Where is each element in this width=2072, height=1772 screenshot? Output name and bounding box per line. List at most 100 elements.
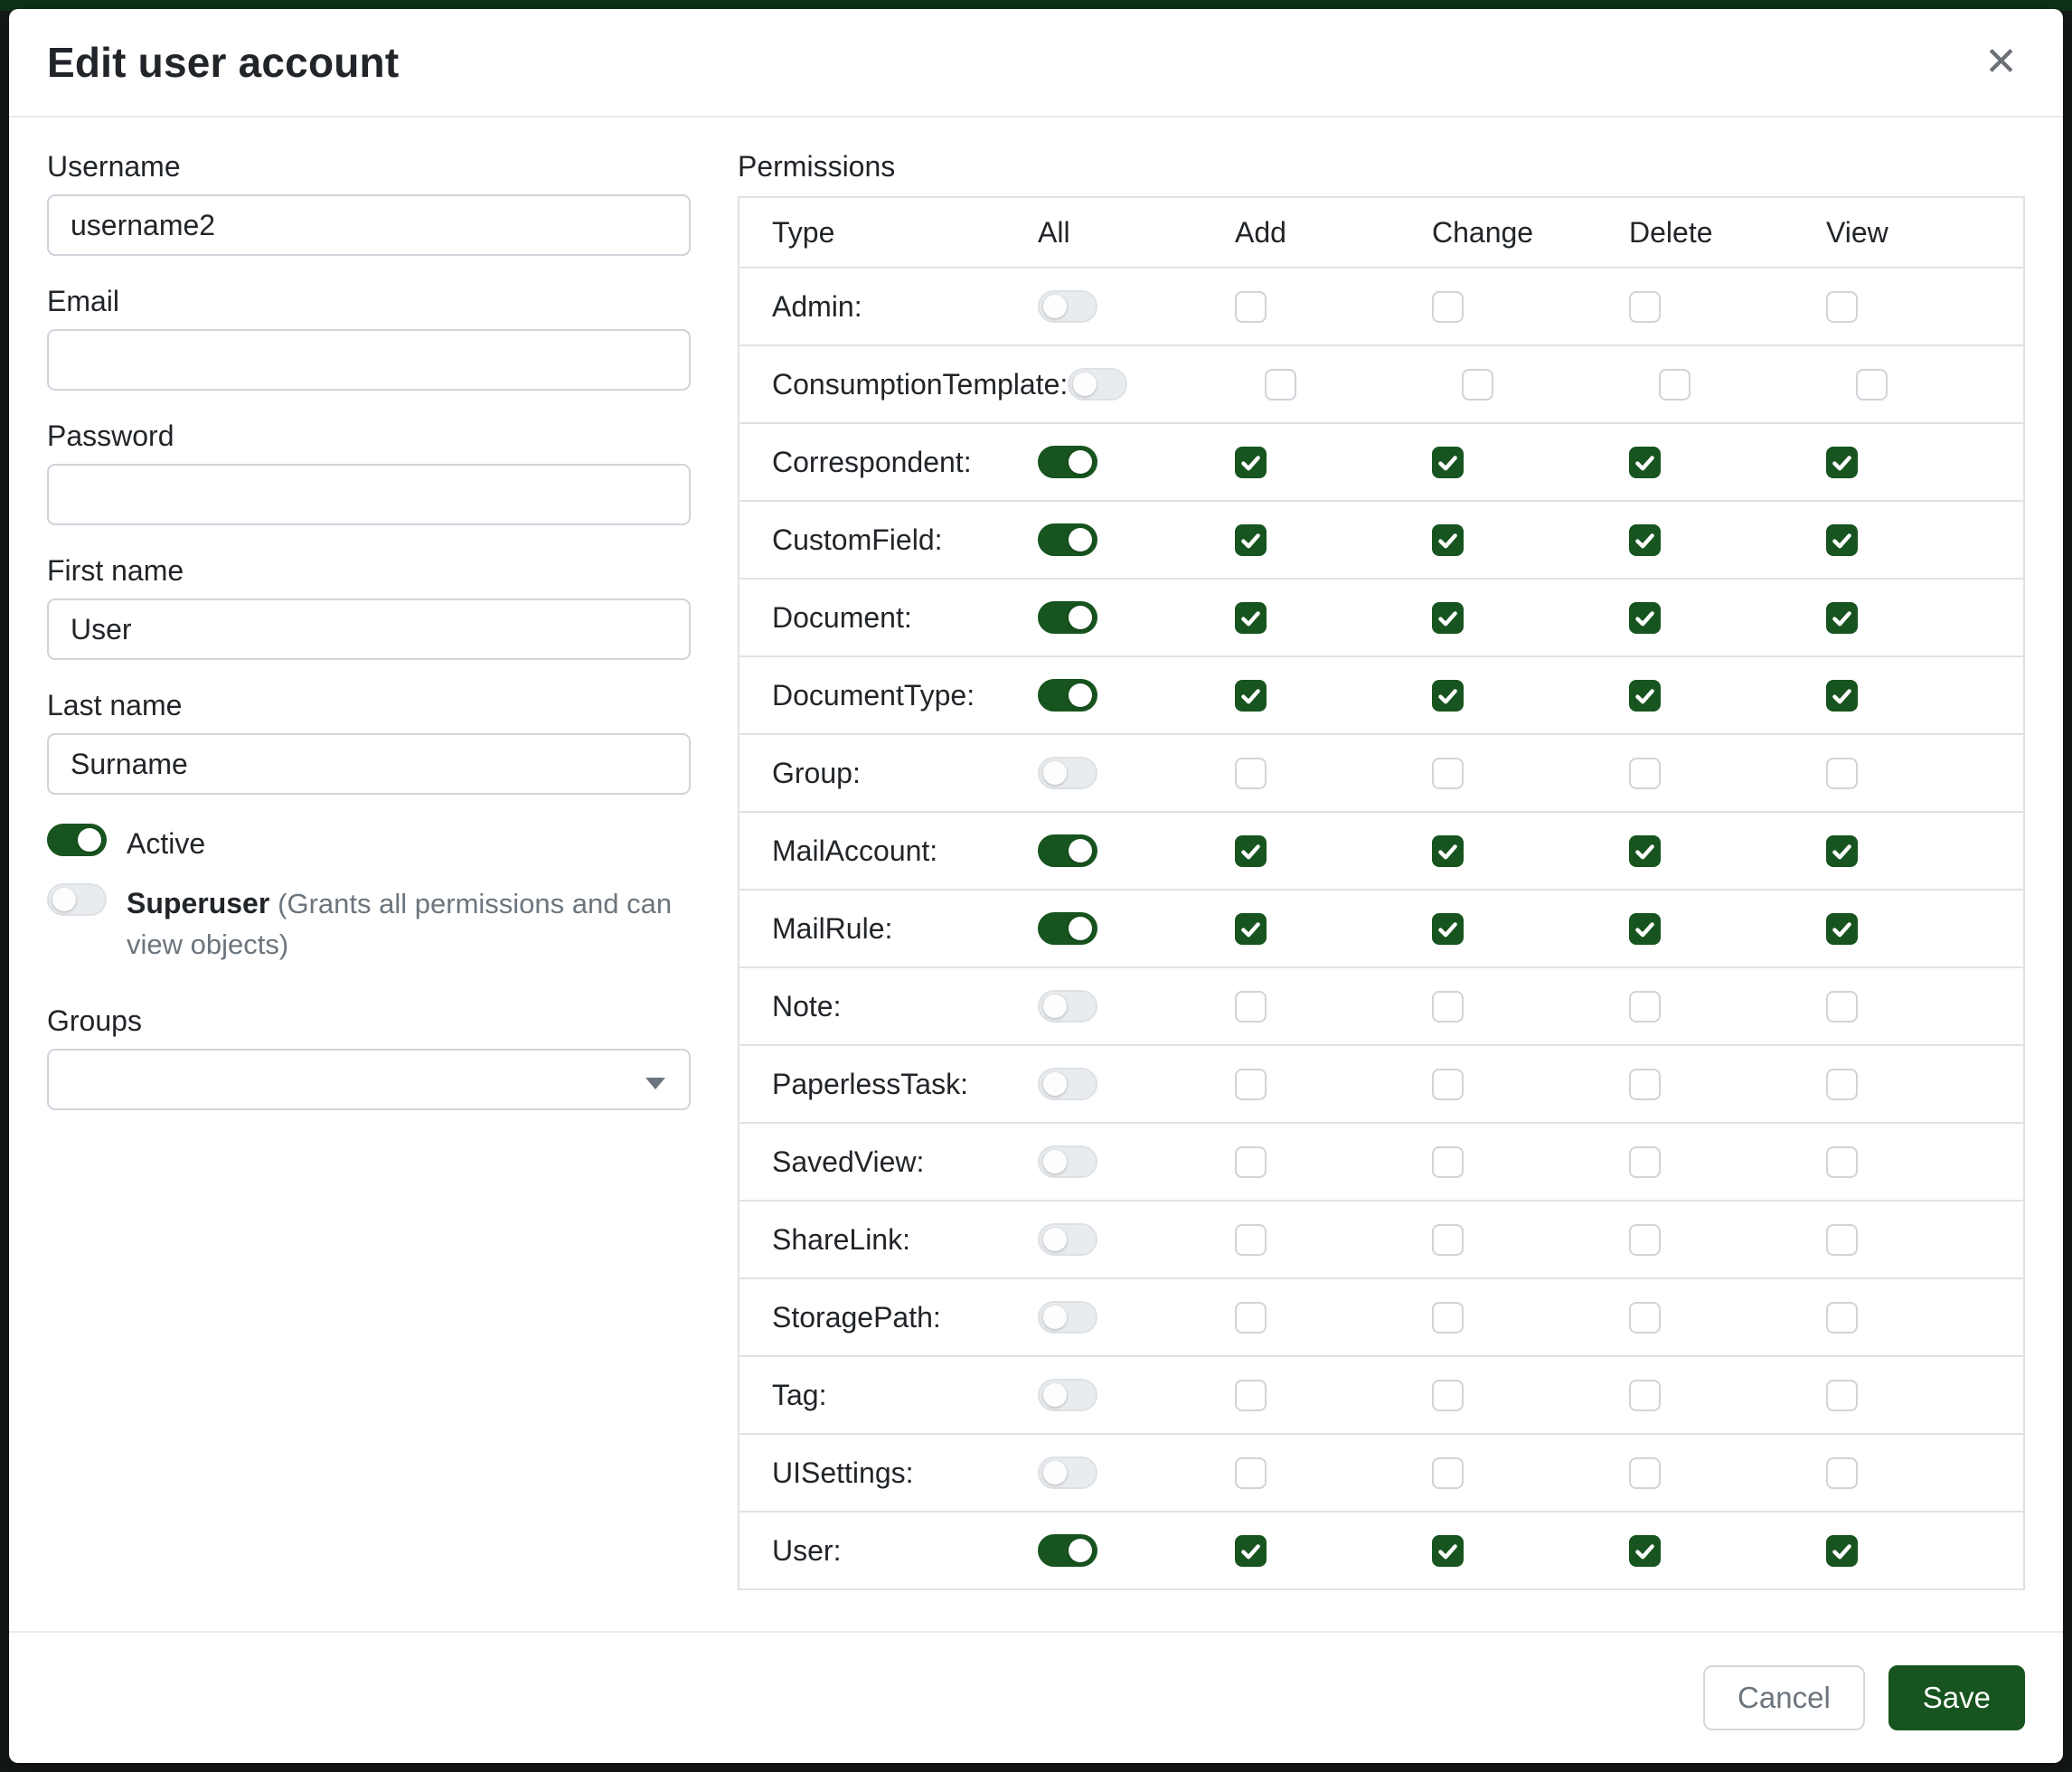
permission-view-checkbox[interactable]: [1826, 447, 1858, 478]
permission-view-checkbox[interactable]: [1826, 835, 1858, 867]
permission-change-checkbox[interactable]: [1432, 1146, 1464, 1178]
permission-delete-checkbox[interactable]: [1629, 524, 1661, 556]
permission-view-checkbox[interactable]: [1826, 758, 1858, 789]
permission-delete-checkbox[interactable]: [1629, 1535, 1661, 1567]
superuser-toggle[interactable]: [47, 883, 107, 916]
permission-view-checkbox[interactable]: [1826, 1146, 1858, 1178]
close-icon[interactable]: ✕: [1977, 39, 2025, 86]
permission-delete-checkbox[interactable]: [1629, 1069, 1661, 1100]
permission-change-checkbox[interactable]: [1432, 835, 1464, 867]
permission-add-checkbox[interactable]: [1235, 835, 1267, 867]
permission-view-checkbox[interactable]: [1826, 524, 1858, 556]
permission-view-checkbox[interactable]: [1826, 1069, 1858, 1100]
permission-change-checkbox[interactable]: [1432, 1302, 1464, 1334]
permission-all-toggle[interactable]: [1038, 757, 1097, 789]
permission-add-checkbox[interactable]: [1235, 913, 1267, 945]
toggle-knob: [52, 888, 76, 911]
permission-change-checkbox[interactable]: [1432, 680, 1464, 712]
permission-change-checkbox[interactable]: [1432, 447, 1464, 478]
permission-add-checkbox[interactable]: [1235, 524, 1267, 556]
permission-view-checkbox[interactable]: [1826, 1380, 1858, 1411]
permission-view-checkbox[interactable]: [1826, 680, 1858, 712]
password-input[interactable]: [47, 464, 691, 525]
permission-add-checkbox[interactable]: [1235, 1146, 1267, 1178]
permission-change-checkbox[interactable]: [1432, 758, 1464, 789]
permission-add-checkbox[interactable]: [1235, 602, 1267, 634]
permission-add-checkbox[interactable]: [1235, 291, 1267, 323]
permission-delete-checkbox[interactable]: [1629, 447, 1661, 478]
permission-change-checkbox[interactable]: [1432, 1069, 1464, 1100]
permission-add-checkbox[interactable]: [1235, 447, 1267, 478]
permission-all-toggle[interactable]: [1038, 679, 1097, 712]
permission-delete-checkbox[interactable]: [1629, 758, 1661, 789]
permission-change-checkbox[interactable]: [1432, 524, 1464, 556]
permission-delete-checkbox[interactable]: [1629, 602, 1661, 634]
permission-view-checkbox[interactable]: [1826, 1302, 1858, 1334]
permission-change-checkbox[interactable]: [1432, 602, 1464, 634]
email-input[interactable]: [47, 329, 691, 391]
permission-delete-checkbox[interactable]: [1629, 991, 1661, 1023]
permission-view-checkbox[interactable]: [1826, 1535, 1858, 1567]
permission-all-toggle[interactable]: [1038, 446, 1097, 478]
permission-all-toggle[interactable]: [1068, 368, 1127, 401]
permission-delete-checkbox[interactable]: [1629, 1224, 1661, 1256]
last-name-input[interactable]: [47, 733, 691, 795]
permission-view-checkbox[interactable]: [1826, 1224, 1858, 1256]
permission-all-toggle[interactable]: [1038, 1068, 1097, 1100]
permission-type-label: Admin:: [772, 290, 1038, 324]
permission-view-checkbox[interactable]: [1826, 913, 1858, 945]
permissions-heading: Permissions: [738, 150, 2025, 184]
permission-all-toggle[interactable]: [1038, 1534, 1097, 1567]
permission-add-checkbox[interactable]: [1235, 1069, 1267, 1100]
permission-change-checkbox[interactable]: [1432, 1224, 1464, 1256]
save-button[interactable]: Save: [1888, 1665, 2025, 1730]
permission-delete-checkbox[interactable]: [1629, 1380, 1661, 1411]
permission-all-toggle[interactable]: [1038, 290, 1097, 323]
permission-type-label: ShareLink:: [772, 1223, 1038, 1257]
cancel-button[interactable]: Cancel: [1703, 1665, 1865, 1730]
permission-change-checkbox[interactable]: [1432, 1535, 1464, 1567]
permission-add-checkbox[interactable]: [1235, 758, 1267, 789]
groups-select[interactable]: [47, 1049, 691, 1110]
permission-delete-checkbox[interactable]: [1659, 369, 1691, 401]
permission-all-toggle[interactable]: [1038, 990, 1097, 1023]
permission-all-toggle[interactable]: [1038, 523, 1097, 556]
permission-delete-checkbox[interactable]: [1629, 835, 1661, 867]
permission-change-checkbox[interactable]: [1432, 1457, 1464, 1489]
permission-all-toggle[interactable]: [1038, 1379, 1097, 1411]
permission-view-checkbox[interactable]: [1856, 369, 1888, 401]
permission-view-checkbox[interactable]: [1826, 1457, 1858, 1489]
permission-change-checkbox[interactable]: [1432, 291, 1464, 323]
permission-all-toggle[interactable]: [1038, 834, 1097, 867]
permission-add-checkbox[interactable]: [1265, 369, 1296, 401]
active-toggle[interactable]: [47, 824, 107, 856]
permission-change-checkbox[interactable]: [1432, 991, 1464, 1023]
permission-view-checkbox[interactable]: [1826, 602, 1858, 634]
permission-all-toggle[interactable]: [1038, 1301, 1097, 1334]
permission-add-checkbox[interactable]: [1235, 1302, 1267, 1334]
permission-change-checkbox[interactable]: [1432, 1380, 1464, 1411]
permission-add-checkbox[interactable]: [1235, 680, 1267, 712]
permission-add-checkbox[interactable]: [1235, 1535, 1267, 1567]
permission-delete-checkbox[interactable]: [1629, 913, 1661, 945]
permission-all-toggle[interactable]: [1038, 601, 1097, 634]
permission-delete-checkbox[interactable]: [1629, 680, 1661, 712]
permission-all-toggle[interactable]: [1038, 912, 1097, 945]
permission-all-toggle[interactable]: [1038, 1456, 1097, 1489]
username-input[interactable]: [47, 194, 691, 256]
permission-delete-checkbox[interactable]: [1629, 1457, 1661, 1489]
permission-add-checkbox[interactable]: [1235, 991, 1267, 1023]
permission-all-toggle[interactable]: [1038, 1223, 1097, 1256]
permission-view-checkbox[interactable]: [1826, 991, 1858, 1023]
permission-all-toggle[interactable]: [1038, 1145, 1097, 1178]
permission-delete-checkbox[interactable]: [1629, 291, 1661, 323]
permission-add-checkbox[interactable]: [1235, 1224, 1267, 1256]
permission-change-checkbox[interactable]: [1462, 369, 1493, 401]
permission-delete-checkbox[interactable]: [1629, 1146, 1661, 1178]
permission-change-checkbox[interactable]: [1432, 913, 1464, 945]
permission-delete-checkbox[interactable]: [1629, 1302, 1661, 1334]
permission-view-checkbox[interactable]: [1826, 291, 1858, 323]
permission-add-checkbox[interactable]: [1235, 1457, 1267, 1489]
first-name-input[interactable]: [47, 599, 691, 660]
permission-add-checkbox[interactable]: [1235, 1380, 1267, 1411]
